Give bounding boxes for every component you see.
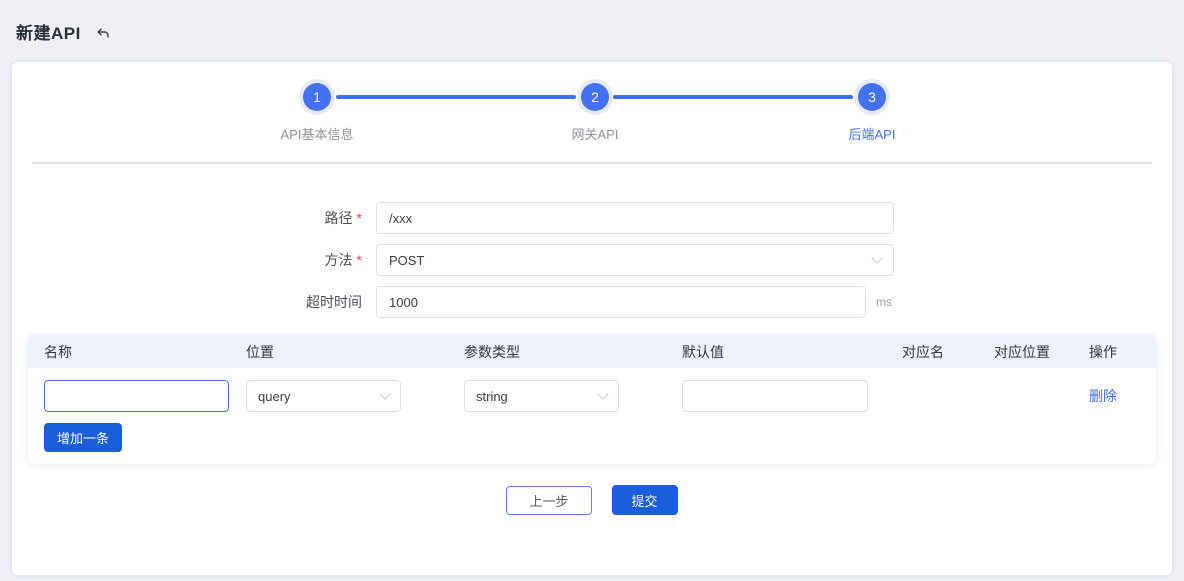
step-number-badge: 1	[303, 83, 331, 111]
params-table: 名称 位置 参数类型 默认值 对应名 对应位置 操作 query string	[28, 335, 1156, 464]
top-bar: 新建API	[0, 0, 1184, 62]
page-title: 新建API	[16, 19, 81, 44]
required-asterisk: *	[357, 210, 362, 226]
params-table-header: 名称 位置 参数类型 默认值 对应名 对应位置 操作	[28, 335, 1156, 368]
param-type-value: string	[476, 389, 508, 404]
new-api-card: 1 API基本信息 2 网关API 3 后端API 路径* 方法* POST	[12, 62, 1172, 575]
timeout-input[interactable]	[376, 286, 866, 318]
step-number-badge: 3	[858, 83, 886, 111]
chevron-down-icon	[379, 388, 390, 399]
undo-back-icon[interactable]	[95, 25, 111, 41]
submit-button[interactable]: 提交	[612, 485, 678, 515]
param-location-value: query	[258, 389, 291, 404]
header-corresponding-name: 对应名	[902, 342, 994, 362]
header-param-type: 参数类型	[464, 342, 682, 362]
form-row-path: 路径*	[12, 202, 1172, 234]
stepper-step-backend-api[interactable]: 3 后端API	[792, 83, 952, 143]
add-param-button[interactable]: 增加一条	[44, 423, 122, 452]
form-row-method: 方法* POST	[12, 244, 1172, 276]
stepper: 1 API基本信息 2 网关API 3 后端API	[12, 62, 1172, 162]
backend-api-form: 路径* 方法* POST 超时时间 ms	[12, 164, 1172, 318]
step-label: API基本信息	[281, 124, 354, 143]
stepper-step-gateway-api[interactable]: 2 网关API	[515, 83, 675, 143]
required-asterisk: *	[357, 252, 362, 268]
header-operation: 操作	[1089, 342, 1149, 362]
method-select-value: POST	[389, 253, 424, 268]
timeout-label: 超时时间	[12, 292, 362, 312]
header-default-value: 默认值	[682, 342, 902, 362]
param-type-select[interactable]: string	[464, 380, 619, 412]
param-location-select[interactable]: query	[246, 380, 401, 412]
previous-step-button[interactable]: 上一步	[506, 486, 591, 515]
header-location: 位置	[246, 342, 464, 362]
chevron-down-icon	[597, 388, 608, 399]
path-label: 路径*	[12, 208, 362, 228]
delete-row-link[interactable]: 删除	[1089, 388, 1117, 404]
stepper-step-basic-info[interactable]: 1 API基本信息	[237, 83, 397, 143]
form-row-timeout: 超时时间 ms	[12, 286, 1172, 318]
header-corresponding-location: 对应位置	[994, 342, 1089, 362]
header-name: 名称	[28, 342, 246, 362]
method-select[interactable]: POST	[376, 244, 894, 276]
step-label: 网关API	[572, 124, 619, 143]
param-name-input[interactable]	[44, 380, 229, 412]
footer-actions: 上一步 提交	[12, 485, 1172, 515]
param-default-input[interactable]	[682, 380, 868, 412]
param-row: query string 删除	[28, 368, 1156, 412]
method-label: 方法*	[12, 250, 362, 270]
timeout-unit-suffix: ms	[876, 295, 892, 309]
path-input[interactable]	[376, 202, 894, 234]
step-label: 后端API	[849, 124, 896, 143]
step-number-badge: 2	[581, 83, 609, 111]
add-row-container: 增加一条	[28, 412, 1156, 452]
chevron-down-icon	[871, 252, 882, 263]
